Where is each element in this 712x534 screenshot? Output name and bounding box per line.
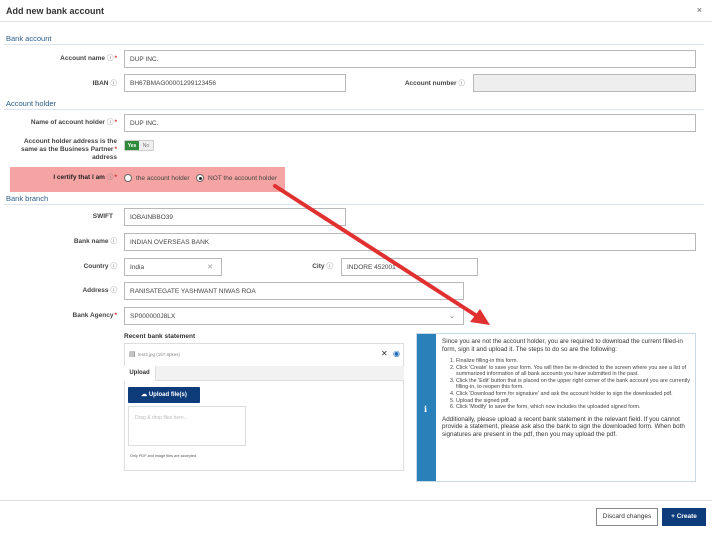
statement-tabs: Upload [124, 366, 404, 381]
clear-icon[interactable]: ✕ [207, 263, 213, 271]
bank-agency-label: Bank Agency* [72, 312, 117, 319]
divider [4, 204, 704, 205]
city-label: City ⓘ [312, 263, 334, 270]
info-step: Click 'Download form for signature' and … [456, 391, 692, 398]
create-button[interactable]: + Create [662, 508, 706, 526]
info-outro: Additionally, please upload a recent ban… [442, 415, 685, 438]
dialog-title: Add new bank account [6, 6, 105, 16]
info-step: Click 'Modify' to save the form, which n… [456, 404, 692, 411]
info-step: Click the 'Edit' button that is placed o… [456, 378, 692, 391]
bank-agency-select[interactable]: SP000000J8LX ⌄ [124, 307, 464, 325]
close-icon[interactable]: × [697, 5, 702, 15]
address-input[interactable]: RANISATEGATE YASHWANT NIWAS ROA [124, 282, 464, 300]
account-number-input [473, 74, 696, 92]
country-label: Country ⓘ [83, 263, 118, 270]
info-icon: ⓘ [110, 80, 118, 87]
info-bar: i [417, 334, 436, 481]
view-icon[interactable]: ◉ [393, 349, 400, 358]
toggle-yes[interactable]: Yes [125, 141, 139, 150]
country-select[interactable]: India ✕ [124, 258, 222, 276]
section-account-holder: Account holder [6, 99, 57, 108]
info-step: Finalize filling-in this form. [456, 358, 692, 365]
info-icon: ⓘ [110, 287, 118, 294]
city-input[interactable]: INDORE 452001 [341, 258, 478, 276]
info-step: Click 'Create' to save your form. You wi… [456, 365, 692, 378]
radio-account-holder-label: the account holder [136, 175, 190, 182]
discard-changes-button[interactable]: Discard changes [596, 508, 658, 526]
account-name-label: Account name ⓘ* [60, 55, 117, 62]
chevron-down-icon: ⌄ [449, 313, 455, 320]
cloud-upload-icon: ☁ [141, 392, 149, 398]
upload-note: Only PDF and image files are accepted [130, 454, 197, 458]
same-address-toggle[interactable]: Yes No [124, 140, 154, 151]
toggle-no[interactable]: No [139, 141, 153, 150]
info-icon: i [424, 404, 428, 414]
info-icon: ⓘ [106, 55, 114, 62]
info-icon: ⓘ [106, 174, 114, 181]
tab-upload[interactable]: Upload [124, 366, 156, 381]
section-bank-account: Bank account [6, 34, 52, 43]
certify-label: I certify that I am ⓘ* [53, 174, 117, 181]
file-icon: ▤ [129, 351, 136, 358]
info-panel: i Since you are not the account holder, … [416, 333, 696, 482]
radio-not-account-holder[interactable] [196, 174, 204, 182]
drop-zone[interactable]: Drag & drop files here... [128, 406, 246, 446]
radio-account-holder[interactable] [124, 174, 132, 182]
divider [4, 109, 704, 110]
section-bank-branch: Bank branch [6, 194, 49, 203]
info-icon: ⓘ [106, 119, 114, 126]
upload-files-button[interactable]: ☁ Upload file(s) [128, 387, 200, 403]
holder-name-input[interactable]: DUP INC. [124, 114, 696, 132]
account-name-input[interactable]: DUP INC. [124, 50, 696, 68]
info-icon: ⓘ [458, 80, 466, 87]
account-number-label: Account number ⓘ [404, 80, 466, 87]
info-steps: Finalize filling-in this form. Click 'Cr… [456, 358, 692, 411]
info-icon: ⓘ [326, 263, 334, 270]
statement-heading: Recent bank statement [124, 333, 196, 340]
iban-input[interactable]: BH67BMAG00001299123456 [124, 74, 346, 92]
bank-name-input[interactable]: INDIAN OVERSEAS BANK [124, 233, 696, 251]
dialog-header: Add new bank account × [0, 0, 712, 22]
swift-label: SWIFT [92, 213, 113, 220]
info-step: Upload the signed pdf. [456, 398, 692, 405]
remove-file-icon[interactable]: ✕ [381, 349, 388, 358]
info-icon: ⓘ [110, 238, 118, 245]
info-icon: ⓘ [110, 263, 118, 270]
swift-input[interactable]: IOBAINBBO39 [124, 208, 346, 226]
address-label: Address ⓘ [82, 287, 118, 294]
radio-not-account-holder-label: NOT the account holder [208, 175, 277, 182]
arrow-head [470, 309, 490, 325]
file-name: test3.jpg (157.8pkes) [138, 352, 181, 357]
info-intro: Since you are not the account holder, yo… [442, 338, 683, 353]
bank-name-label: Bank name ⓘ [73, 238, 118, 245]
same-address-label: Account holder address is the same as th… [20, 138, 117, 161]
holder-name-label: Name of account holder ⓘ* [30, 119, 117, 126]
divider [4, 44, 704, 45]
iban-label: IBAN ⓘ [92, 80, 118, 87]
